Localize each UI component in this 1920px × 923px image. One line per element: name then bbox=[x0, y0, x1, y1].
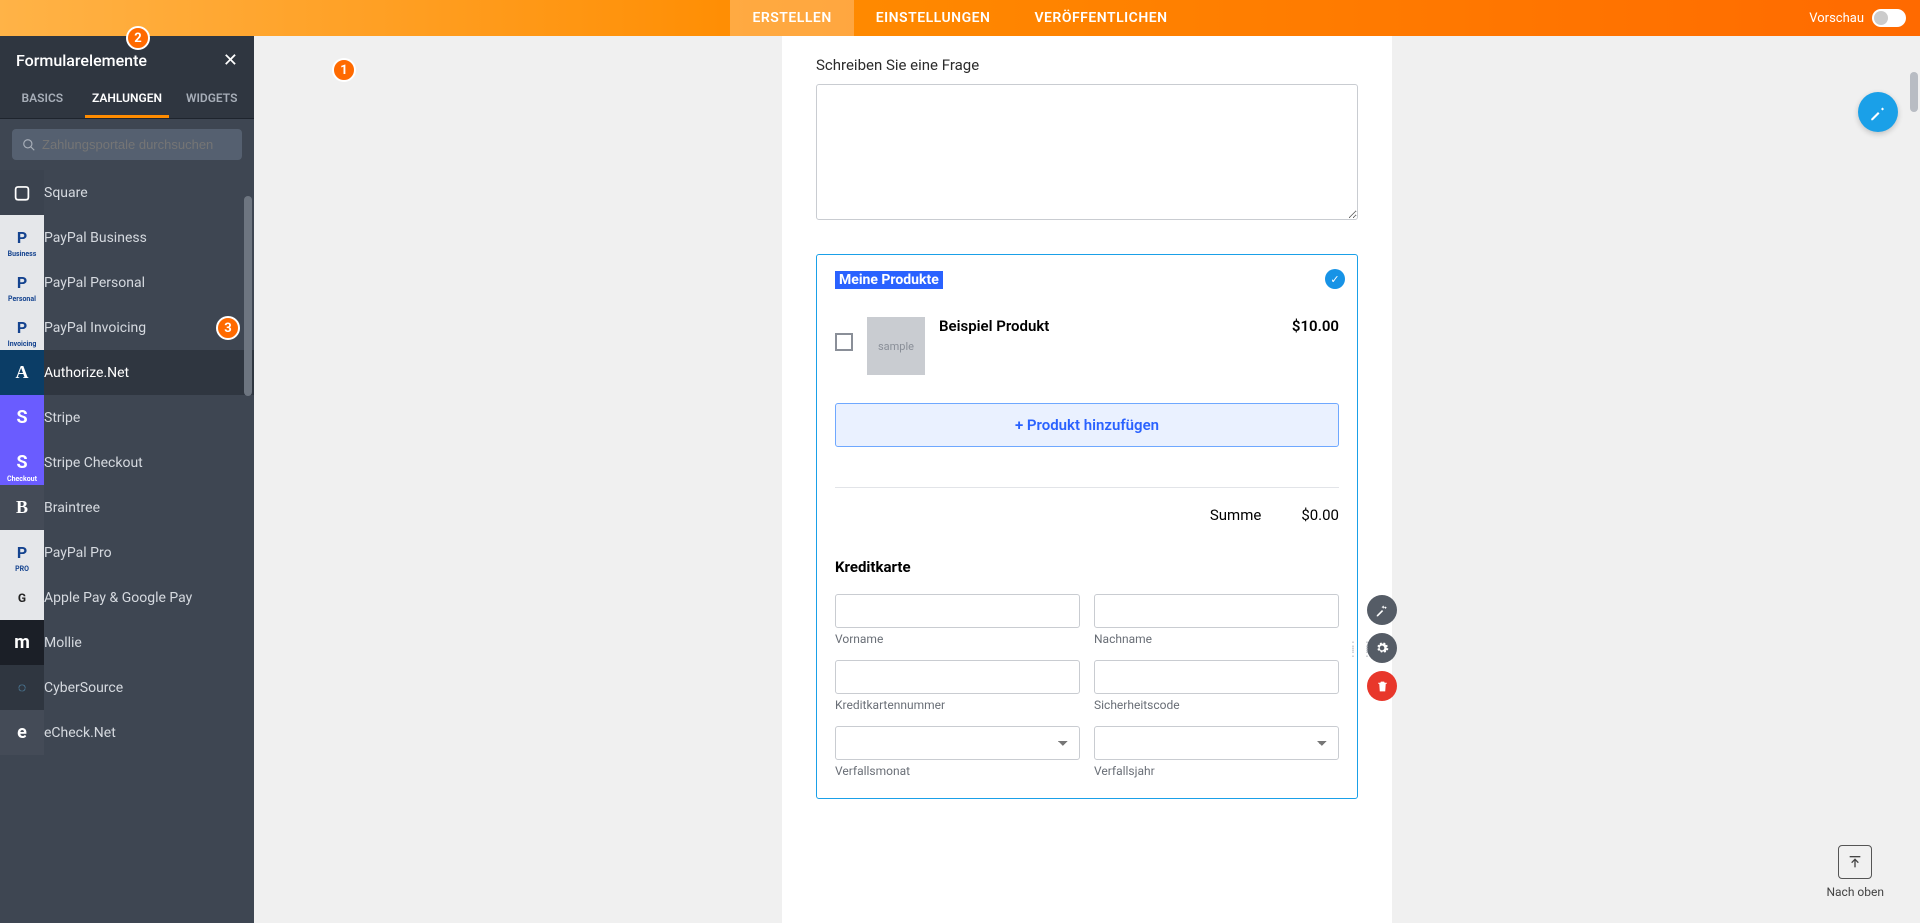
exp-month-select[interactable] bbox=[835, 726, 1080, 760]
gateway-item-paypal-business[interactable]: PBusinessPayPal Business bbox=[0, 215, 254, 260]
tab-erstellen[interactable]: ERSTELLEN bbox=[730, 0, 853, 36]
cyber-icon: ◌ bbox=[0, 665, 44, 710]
gateway-search-input[interactable] bbox=[12, 129, 242, 160]
sum-value: $0.00 bbox=[1301, 506, 1339, 524]
cc-number-label: Kreditkartennummer bbox=[835, 698, 1080, 712]
gateway-item-apple-pay-google-pay[interactable]: GApple Pay & Google Pay bbox=[0, 575, 254, 620]
product-checkbox[interactable] bbox=[835, 333, 853, 351]
exp-month-label: Verfallsmonat bbox=[835, 764, 1080, 778]
credit-card-heading: Kreditkarte bbox=[835, 558, 1339, 576]
gateway-item-label: PayPal Personal bbox=[44, 275, 145, 291]
back-to-top-label: Nach oben bbox=[1826, 885, 1884, 899]
paypal-icon: PInvoicing bbox=[0, 305, 44, 350]
gateway-item-label: Apple Pay & Google Pay bbox=[44, 590, 192, 606]
search-icon bbox=[22, 137, 36, 156]
mollie-icon: m bbox=[0, 620, 44, 665]
gateway-item-square[interactable]: ▢Square bbox=[0, 170, 254, 215]
sidebar-tab-basics[interactable]: BASICS bbox=[0, 81, 85, 118]
gateway-item-label: Square bbox=[44, 185, 88, 201]
check-icon[interactable]: ✓ bbox=[1325, 269, 1345, 289]
gateway-item-stripe[interactable]: SStripe bbox=[0, 395, 254, 440]
gateway-item-stripe-checkout[interactable]: SCheckoutStripe Checkout bbox=[0, 440, 254, 485]
product-name: Beispiel Produkt bbox=[939, 317, 1278, 335]
product-price: $10.00 bbox=[1292, 317, 1339, 335]
preview-toggle[interactable] bbox=[1872, 9, 1906, 27]
gateway-item-cybersource[interactable]: ◌CyberSource bbox=[0, 665, 254, 710]
last-name-input[interactable] bbox=[1094, 594, 1339, 628]
gateway-item-mollie[interactable]: mMollie bbox=[0, 620, 254, 665]
form-canvas: Schreiben Sie eine Frage Meine Produkte … bbox=[254, 36, 1920, 923]
square-icon: ▢ bbox=[0, 170, 44, 215]
last-name-label: Nachname bbox=[1094, 632, 1339, 646]
gateway-item-label: Braintree bbox=[44, 500, 100, 516]
cvv-label: Sicherheitscode bbox=[1094, 698, 1339, 712]
first-name-label: Vorname bbox=[835, 632, 1080, 646]
product-thumbnail: sample bbox=[867, 317, 925, 375]
sidebar-title: Formularelemente bbox=[16, 51, 147, 70]
gateway-item-label: PayPal Business bbox=[44, 230, 147, 246]
product-row: sample Beispiel Produkt $10.00 bbox=[835, 317, 1339, 375]
exp-year-select[interactable] bbox=[1094, 726, 1339, 760]
paypal-icon: PPRO bbox=[0, 530, 44, 575]
top-nav-tabs: ERSTELLEN EINSTELLUNGEN VERÖFFENTLICHEN bbox=[730, 0, 1189, 36]
gateway-item-label: CyberSource bbox=[44, 680, 123, 696]
question-label: Schreiben Sie eine Frage bbox=[816, 56, 1358, 74]
top-nav: ERSTELLEN EINSTELLUNGEN VERÖFFENTLICHEN … bbox=[0, 0, 1920, 36]
apg-icon: G bbox=[0, 575, 44, 620]
page-scrollbar[interactable] bbox=[1910, 72, 1918, 112]
sidebar-tab-widgets[interactable]: WIDGETS bbox=[169, 81, 254, 118]
gateway-item-label: PayPal Invoicing bbox=[44, 320, 146, 336]
gateway-item-echeck-net[interactable]: eeCheck.Net bbox=[0, 710, 254, 755]
echeck-icon: e bbox=[0, 710, 44, 755]
sum-label: Summe bbox=[1210, 506, 1261, 524]
sidebar-scrollbar[interactable] bbox=[240, 196, 254, 923]
gateway-item-paypal-personal[interactable]: PPersonalPayPal Personal bbox=[0, 260, 254, 305]
authnet-icon: A bbox=[0, 350, 44, 395]
back-to-top[interactable]: Nach oben bbox=[1826, 845, 1884, 899]
braintree-icon: B bbox=[0, 485, 44, 530]
tab-einstellungen[interactable]: EINSTELLUNGEN bbox=[854, 0, 1013, 36]
question-textarea[interactable] bbox=[816, 84, 1358, 220]
annotation-badge-1: 1 bbox=[332, 58, 356, 82]
tab-veroeffentlichen[interactable]: VERÖFFENTLICHEN bbox=[1012, 0, 1189, 36]
add-product-button[interactable]: + Produkt hinzufügen bbox=[835, 403, 1339, 447]
gateway-item-braintree[interactable]: BBraintree bbox=[0, 485, 254, 530]
gateway-item-paypal-pro[interactable]: PPROPayPal Pro bbox=[0, 530, 254, 575]
annotation-badge-2: 2 bbox=[126, 26, 150, 50]
preview-label: Vorschau bbox=[1809, 11, 1864, 26]
trash-icon[interactable] bbox=[1367, 671, 1397, 701]
exp-year-label: Verfallsjahr bbox=[1094, 764, 1339, 778]
block-title[interactable]: Meine Produkte bbox=[835, 271, 943, 289]
gateway-item-label: Stripe Checkout bbox=[44, 455, 143, 471]
close-icon[interactable]: ✕ bbox=[223, 50, 238, 71]
gateway-item-label: Mollie bbox=[44, 635, 82, 651]
elements-sidebar: Formularelemente ✕ BASICS ZAHLUNGEN WIDG… bbox=[0, 36, 254, 923]
gateway-item-label: eCheck.Net bbox=[44, 725, 116, 741]
drag-handle-icon[interactable]: ⋮⋮⋮⋮ bbox=[1347, 643, 1375, 655]
cvv-input[interactable] bbox=[1094, 660, 1339, 694]
paypal-icon: PPersonal bbox=[0, 260, 44, 305]
cc-number-input[interactable] bbox=[835, 660, 1080, 694]
payment-block[interactable]: Meine Produkte ✓ sample Beispiel Produkt… bbox=[816, 254, 1358, 799]
stripe-icon: S bbox=[0, 395, 44, 440]
gateway-item-label: Authorize.Net bbox=[44, 365, 129, 381]
paypal-icon: PBusiness bbox=[0, 215, 44, 260]
edit-float-button[interactable] bbox=[1858, 92, 1898, 132]
magic-wand-icon[interactable] bbox=[1367, 595, 1397, 625]
gateway-item-label: PayPal Pro bbox=[44, 545, 112, 561]
stripe-co-icon: SCheckout bbox=[0, 440, 44, 485]
annotation-badge-3: 3 bbox=[216, 316, 240, 340]
sidebar-tab-zahlungen[interactable]: ZAHLUNGEN bbox=[85, 81, 170, 118]
first-name-input[interactable] bbox=[835, 594, 1080, 628]
form-paper: Schreiben Sie eine Frage Meine Produkte … bbox=[782, 36, 1392, 923]
gateway-item-authorize-net[interactable]: AAuthorize.Net bbox=[0, 350, 254, 395]
gateway-item-label: Stripe bbox=[44, 410, 80, 426]
gateway-list: ▢SquarePBusinessPayPal BusinessPPersonal… bbox=[0, 170, 254, 923]
